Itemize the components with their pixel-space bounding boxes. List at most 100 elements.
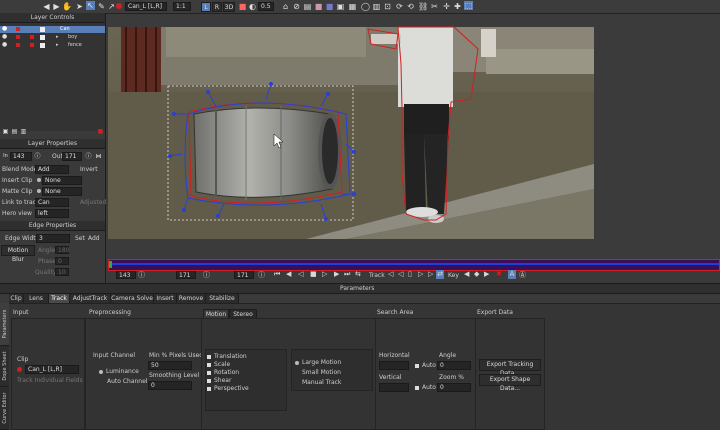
current-frame-field[interactable]: 171 <box>176 271 196 279</box>
layer-row-can[interactable]: ● Can <box>0 25 105 33</box>
lock-icon[interactable] <box>16 43 20 47</box>
lock-icon[interactable] <box>16 27 20 31</box>
tab-clip[interactable]: Clip <box>9 294 24 303</box>
delete-layer-icon[interactable]: ■ <box>96 127 105 136</box>
in-frame-field[interactable]: 143 <box>116 271 136 279</box>
hero-view-select[interactable]: left <box>35 209 69 218</box>
search-angle-field[interactable]: 0 <box>437 361 471 370</box>
layer-row-fence[interactable]: ● ▸ fence <box>0 41 105 49</box>
select-arrow-icon[interactable]: ➤ <box>75 2 84 11</box>
track-individual-fields[interactable]: Track Individual Fields <box>17 377 83 384</box>
track-forward-icon[interactable]: ▷ <box>428 270 433 278</box>
export-shape-button[interactable]: Export Shape Data... <box>479 374 541 392</box>
goto-start-icon[interactable]: ⏮ <box>274 270 280 279</box>
in-field[interactable]: 143 <box>10 152 32 161</box>
step-forward-icon[interactable]: ▷ <box>322 270 327 278</box>
zoom-field[interactable]: 0 <box>437 383 471 392</box>
view-mode-icon[interactable]: ▣ <box>336 2 345 11</box>
set-in-point-icon[interactable]: ⓘ <box>138 270 145 280</box>
playhead-marker[interactable] <box>109 261 112 268</box>
export-tracking-button[interactable]: Export Tracking Data... <box>479 359 541 377</box>
out-field[interactable]: 171 <box>62 152 82 161</box>
visibility-icon[interactable] <box>30 35 34 39</box>
transform-icon[interactable]: ⬚ <box>464 1 473 10</box>
auto-channel-option[interactable]: Auto Channel <box>107 378 147 385</box>
tab-track[interactable]: Track <box>49 294 70 303</box>
add-key-icon[interactable]: ◆ <box>474 270 479 278</box>
eye-icon[interactable]: ● <box>2 25 7 32</box>
vertical-auto[interactable]: Auto <box>415 384 436 391</box>
color-swatch-icon[interactable] <box>40 35 45 40</box>
min-pixels-field[interactable]: 50 <box>148 361 192 370</box>
layer-row-boy[interactable]: ● ▸ boy <box>0 33 105 41</box>
manual-track-option[interactable]: Manual Track <box>302 379 341 386</box>
tab-remove[interactable]: Remove <box>177 294 206 303</box>
horizontal-field[interactable] <box>379 361 409 370</box>
step-back-icon[interactable]: ◁ <box>298 270 303 278</box>
play-back-icon[interactable]: ◀ <box>286 270 291 278</box>
prev-key-icon[interactable]: ◀ <box>464 270 469 278</box>
small-motion-option[interactable]: Small Motion <box>302 369 341 376</box>
timeline-bar[interactable] <box>109 263 719 265</box>
angle-field[interactable]: 180 <box>55 246 69 254</box>
color-swatch-icon[interactable] <box>40 43 45 48</box>
pointer-icon[interactable]: ✛ <box>442 2 451 11</box>
magnet-icon[interactable]: ⌂ <box>281 2 290 11</box>
color-swatch-icon[interactable] <box>40 27 45 32</box>
large-motion-option[interactable]: Large Motion <box>295 359 341 366</box>
set-out-icon[interactable]: ⓘ <box>84 152 93 161</box>
current-frame-icon[interactable]: ⓘ <box>203 270 210 280</box>
tab-stabilize[interactable]: Stabilize <box>206 294 239 303</box>
key-all-icon[interactable]: Ⓐ <box>519 270 526 280</box>
vertical-field[interactable] <box>379 383 409 392</box>
right-view-button[interactable]: R <box>212 2 222 12</box>
motion-blur-button[interactable]: Motion Blur <box>1 245 35 263</box>
matte-clip-select[interactable]: None <box>42 187 82 196</box>
mesh-icon[interactable]: ▦ <box>348 2 357 11</box>
tab-insert[interactable]: Insert <box>154 294 177 303</box>
lock-icon[interactable] <box>16 35 20 39</box>
new-layer-icon[interactable]: ▣ <box>1 127 10 136</box>
eye-icon[interactable]: ● <box>2 33 7 40</box>
tab-adjusttrack[interactable]: AdjustTrack <box>70 294 111 303</box>
side-tab-parameters[interactable]: Parameters <box>0 303 9 346</box>
next-key-icon[interactable]: ▶ <box>484 270 489 278</box>
circle-icon[interactable]: ◯ <box>361 2 370 11</box>
rotation-option[interactable]: Rotation <box>207 369 239 376</box>
set-in-icon[interactable]: ⓘ <box>33 152 42 161</box>
viewer-canvas[interactable] <box>106 14 720 259</box>
insert-clip-select[interactable]: None <box>42 176 82 185</box>
keyframe-icon[interactable]: ⋈ <box>94 152 103 161</box>
horizontal-auto[interactable]: Auto <box>415 362 436 369</box>
track-mode-icon[interactable]: ⇄ <box>436 270 444 279</box>
swatch-icon[interactable]: ■ <box>325 2 334 11</box>
move-icon[interactable]: ✚ <box>453 2 462 11</box>
visibility-icon[interactable] <box>30 43 34 47</box>
rotate-icon[interactable]: ⟳ <box>395 2 404 11</box>
expand-icon[interactable]: ▸ <box>56 34 59 40</box>
link-to-track-select[interactable]: Can <box>35 198 69 207</box>
edge-width-field[interactable]: 3 <box>36 234 70 243</box>
clip-input-select[interactable]: Can_L [L,R] <box>25 365 79 374</box>
track-stop-icon[interactable]: ▯ <box>408 270 412 278</box>
clip-select[interactable]: Can_L [L,R] <box>125 2 167 11</box>
tracker-icon[interactable]: ⊡ <box>383 2 392 11</box>
viewer[interactable] <box>106 14 720 259</box>
hide-icon[interactable]: ⊘ <box>292 2 301 11</box>
track-step-forward-icon[interactable]: ▷ <box>418 270 423 278</box>
select-tool-icon[interactable]: ↖ <box>86 1 95 10</box>
overlay-icon[interactable]: ◐ <box>248 2 257 11</box>
play-forward-icon[interactable]: ▶ <box>334 270 339 278</box>
phase-field[interactable]: 0 <box>55 257 69 265</box>
set-label[interactable]: Set <box>75 235 85 242</box>
quality-field[interactable]: 10 <box>55 268 69 276</box>
track-step-back-icon[interactable]: ◁ <box>398 270 403 278</box>
arrow-right-icon[interactable]: ▶ <box>52 2 61 11</box>
side-tab-dope-sheet[interactable]: Dope Sheet <box>0 346 9 387</box>
link-icon[interactable]: ⛓ <box>418 2 428 11</box>
duplicate-layer-icon[interactable]: ▤ <box>10 127 19 136</box>
luminance-option[interactable]: Luminance <box>99 368 139 375</box>
perspective-option[interactable]: Perspective <box>207 385 249 392</box>
left-view-button[interactable]: L <box>201 2 211 12</box>
add-label[interactable]: Add <box>88 235 100 242</box>
